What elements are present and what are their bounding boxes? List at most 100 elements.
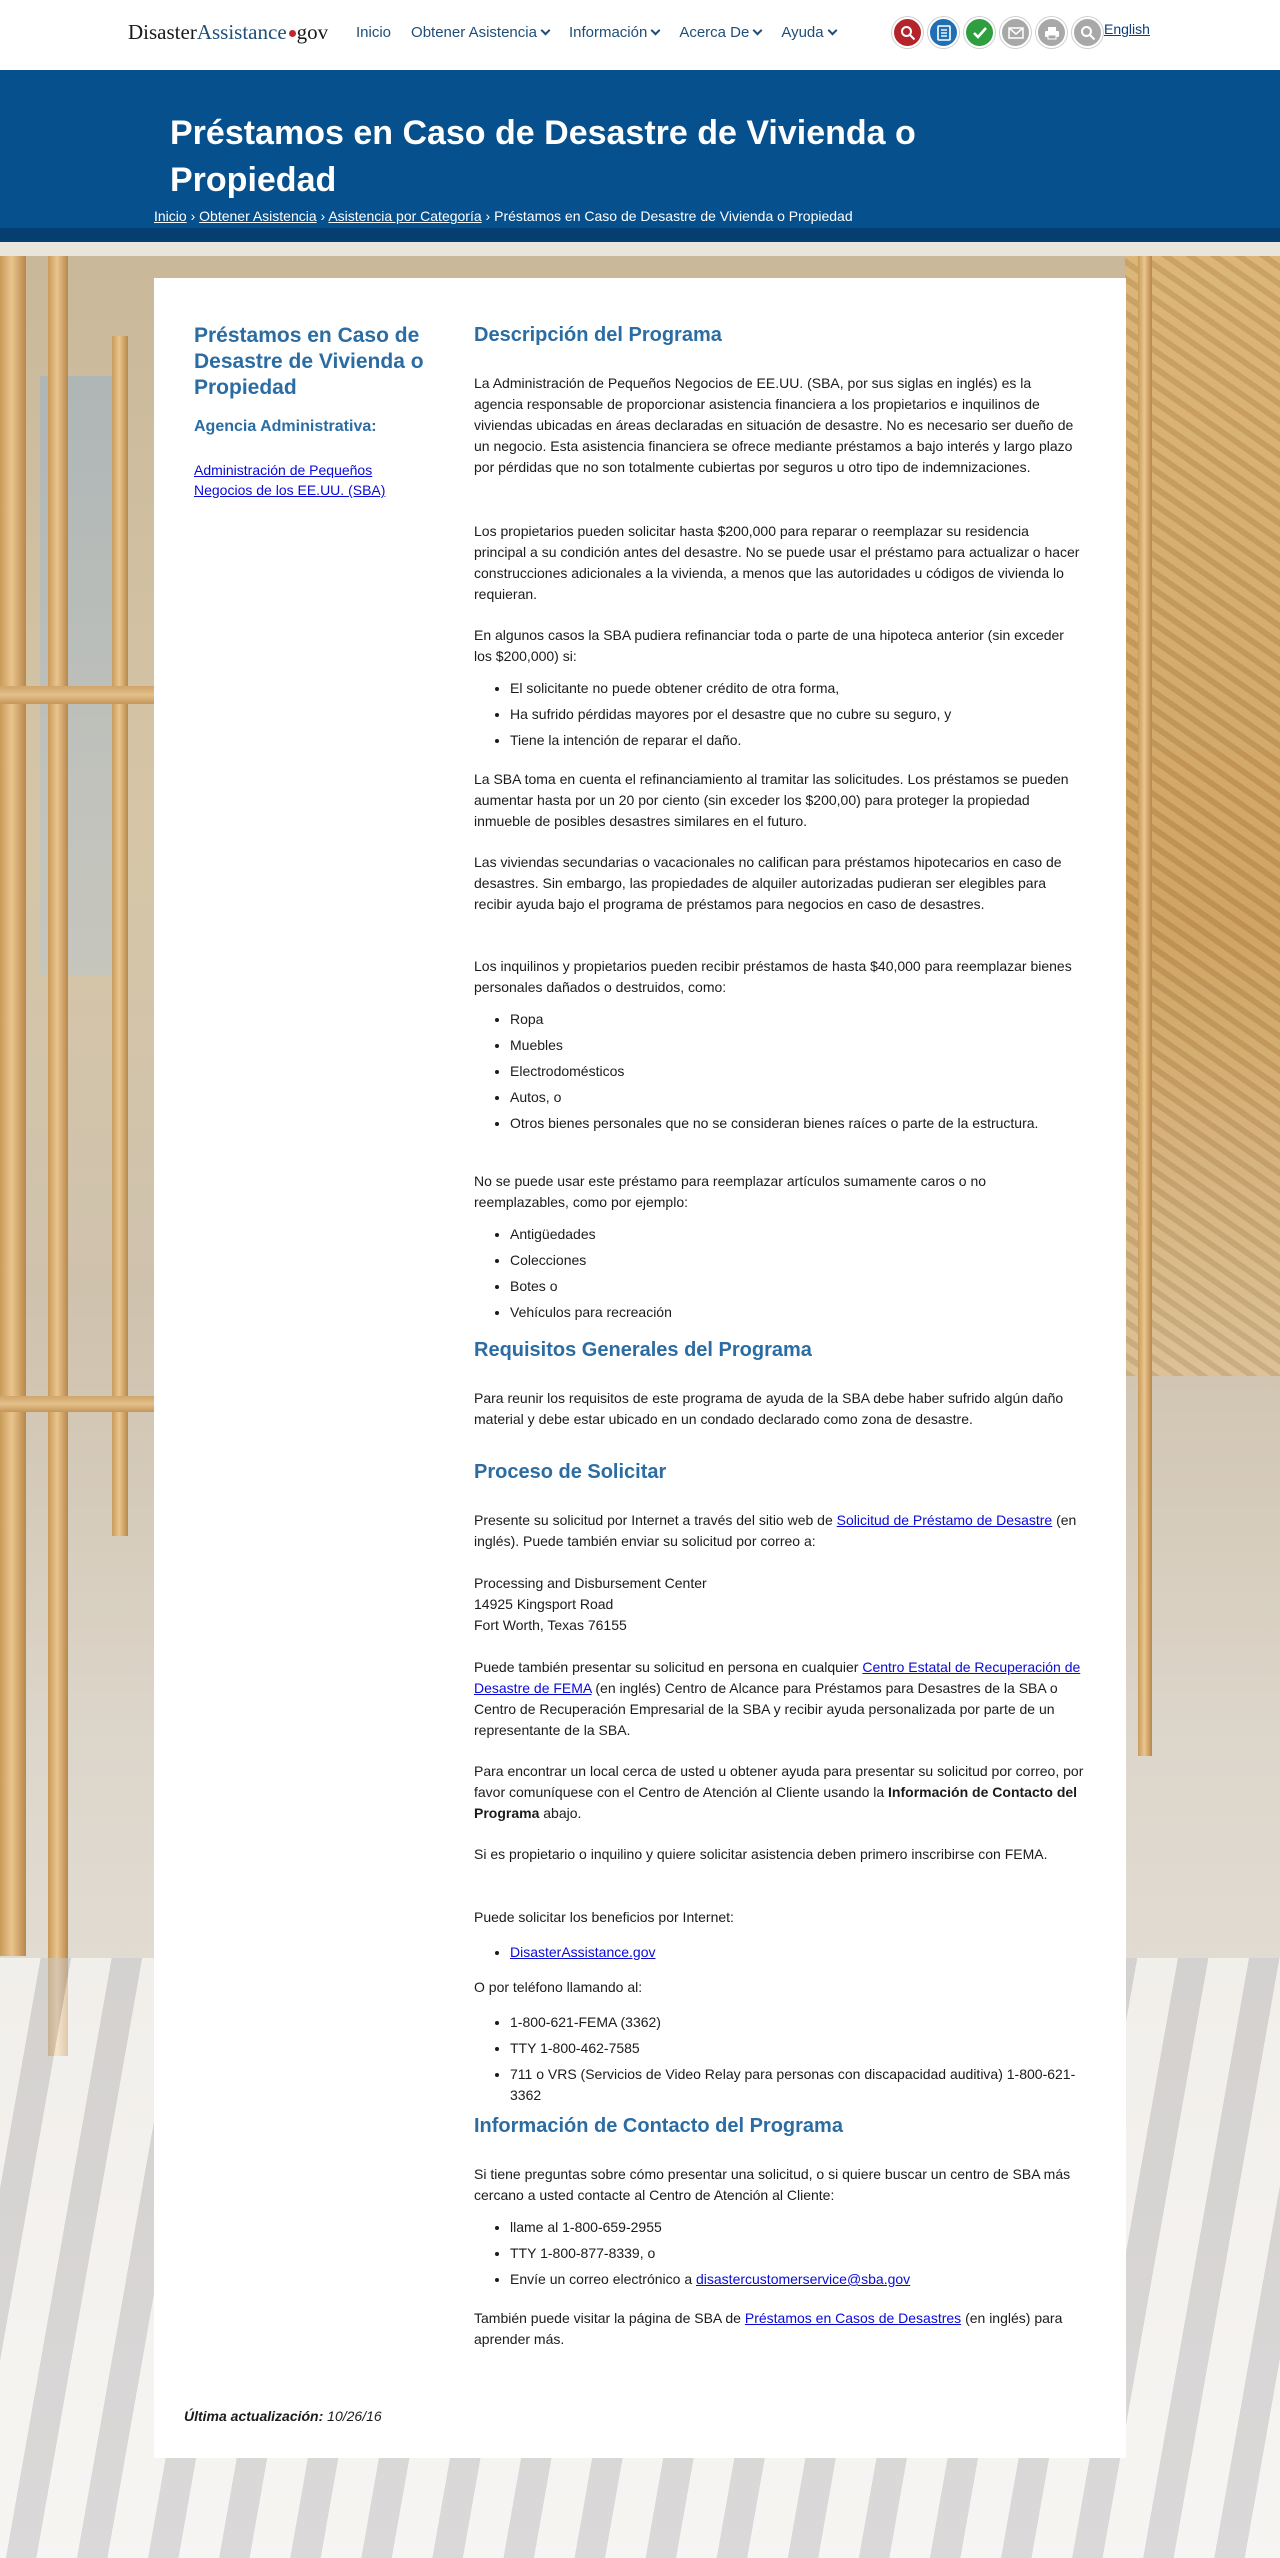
disasterassistance-gov-link[interactable]: DisasterAssistance.gov <box>510 1944 656 1960</box>
breadcrumb: Inicio › Obtener Asistencia › Asistencia… <box>154 208 853 224</box>
logo-text-assistance: Assistance <box>196 20 287 44</box>
paragraph-text: Puede también presentar su solicitud en … <box>474 1659 863 1675</box>
sba-disaster-loans-link[interactable]: Préstamos en Casos de Desastres <box>745 2310 961 2326</box>
contact-list: llame al 1-800-659-2955 TTY 1-800-877-83… <box>474 2217 1084 2295</box>
paragraph: Los inquilinos y propietarios pueden rec… <box>474 958 1072 995</box>
list-item: Tiene la intención de reparar el daño. <box>510 730 1084 751</box>
photo-board <box>0 686 154 704</box>
nav-item-ayuda[interactable]: Ayuda <box>781 24 838 41</box>
list-item: Colecciones <box>510 1250 1084 1271</box>
content-card: Préstamos en Caso de Desastre de Viviend… <box>154 278 1126 2458</box>
sidebar-title: Préstamos en Caso de Desastre de Viviend… <box>194 324 424 399</box>
sba-email-link[interactable]: disastercustomerservice@sba.gov <box>696 2271 910 2287</box>
page-title: Préstamos en Caso de Desastre de Viviend… <box>170 114 916 199</box>
paragraph: Presente su solicitud por Internet a tra… <box>474 1510 1084 1552</box>
top-navigation-bar: DisasterAssistance gov Inicio Obtener Asi… <box>0 0 1280 70</box>
mailing-address: Processing and Disbursement Center 14925… <box>474 1573 1084 1636</box>
list-item: Otros bienes personales que no se consid… <box>510 1113 1084 1134</box>
list-item: Antigüedades <box>510 1224 1084 1245</box>
section-heading-description: Descripción del Programa <box>474 324 722 346</box>
section-heading-contact: Información de Contacto del Programa <box>474 2115 843 2137</box>
email-icon[interactable] <box>1000 17 1031 48</box>
search-icon[interactable] <box>1072 17 1103 48</box>
list-item: TTY 1-800-877-8339, o <box>510 2243 1084 2264</box>
chevron-down-icon <box>540 25 551 36</box>
paragraph: Los propietarios pueden solicitar hasta … <box>474 523 1080 602</box>
last-updated-date: 10/26/16 <box>327 2408 382 2424</box>
nav-item-label: Información <box>568 24 648 41</box>
breadcrumb-separator: › <box>190 208 196 224</box>
online-apply-list: DisasterAssistance.gov <box>474 1942 1084 1968</box>
list-item: TTY 1-800-462-7585 <box>510 2038 1084 2059</box>
list-item: DisasterAssistance.gov <box>510 1942 1084 1963</box>
list-item-text: Envíe un correo electrónico a <box>510 2271 696 2287</box>
nav-item-acerca-de[interactable]: Acerca De <box>679 24 763 41</box>
main-nav: Inicio Obtener Asistencia Información Ac… <box>356 24 838 41</box>
paragraph: O por teléfono llamando al: <box>474 1979 643 1995</box>
photo-stud <box>0 256 26 1956</box>
nav-item-obtener-asistencia[interactable]: Obtener Asistencia <box>411 24 551 41</box>
check-status-icon[interactable] <box>964 17 995 48</box>
logo-dot-icon <box>288 29 296 37</box>
photo-stud <box>48 256 68 2056</box>
site-logo[interactable]: DisasterAssistance gov <box>128 20 328 48</box>
paragraph: Si tiene preguntas sobre cómo presentar … <box>474 2166 1071 2203</box>
chevron-down-icon <box>752 25 763 36</box>
list-item: El solicitante no puede obtener crédito … <box>510 678 1084 699</box>
photo-stud <box>1138 256 1152 1756</box>
logo-text-gov: gov <box>296 20 329 44</box>
photo-board <box>0 1396 154 1412</box>
print-icon[interactable] <box>1036 17 1067 48</box>
list-item: llame al 1-800-659-2955 <box>510 2217 1084 2238</box>
breadcrumb-separator: › <box>485 208 491 224</box>
nav-item-label: Obtener Asistencia <box>411 24 537 41</box>
tool-icons <box>892 17 1103 48</box>
sidebar-agency-link[interactable]: Administración de Pequeños Negocios de l… <box>194 460 414 500</box>
section-heading-process: Proceso de Solicitar <box>474 1461 667 1483</box>
breadcrumb-home-link[interactable]: Inicio <box>154 208 187 224</box>
find-assistance-icon[interactable] <box>892 17 923 48</box>
loan-application-link[interactable]: Solicitud de Préstamo de Desastre <box>837 1512 1053 1528</box>
list-item: Autos, o <box>510 1087 1084 1108</box>
list-item: Electrodomésticos <box>510 1061 1084 1082</box>
paragraph: Puede solicitar los beneficios por Inter… <box>474 1909 734 1925</box>
nav-item-informacion[interactable]: Información <box>568 24 661 41</box>
chevron-down-icon <box>827 25 838 36</box>
refinance-conditions-list: El solicitante no puede obtener crédito … <box>474 678 1084 756</box>
section-heading-requirements: Requisitos Generales del Programa <box>474 1339 812 1361</box>
list-item: Ha sufrido pérdidas mayores por el desas… <box>510 704 1084 725</box>
last-updated-label: Última actualización: <box>184 2408 324 2424</box>
paragraph-text: También puede visitar la página de SBA d… <box>474 2310 745 2326</box>
paragraph: Para encontrar un local cerca de usted u… <box>474 1761 1084 1824</box>
breadcrumb-current: Préstamos en Caso de Desastre de Viviend… <box>494 208 853 224</box>
language-toggle-link[interactable]: English <box>1104 21 1150 37</box>
paragraph: Las viviendas secundarias o vacacionales… <box>474 854 1062 912</box>
list-item: Vehículos para recreación <box>510 1302 1084 1323</box>
page-header-banner: Préstamos en Caso de Desastre de Viviend… <box>0 70 1280 242</box>
paragraph: En algunos casos la SBA pudiera refinanc… <box>474 627 1064 664</box>
personal-property-list: Ropa Muebles Electrodomésticos Autos, o … <box>474 1009 1084 1139</box>
nav-item-label: Ayuda <box>781 24 824 41</box>
chevron-down-icon <box>650 25 661 36</box>
address-line: 14925 Kingsport Road <box>474 1596 614 1612</box>
paragraph: No se puede usar este préstamo para reem… <box>474 1173 987 1210</box>
list-item: Botes o <box>510 1276 1084 1297</box>
logo-text-disaster: Disaster <box>128 20 197 44</box>
paragraph: La Administración de Pequeños Negocios d… <box>474 375 1074 475</box>
address-line: Fort Worth, Texas 76155 <box>474 1617 627 1633</box>
paragraph: Si es propietario o inquilino y quiere s… <box>474 1846 1048 1862</box>
photo-stud <box>112 336 128 1536</box>
breadcrumb-get-assistance-link[interactable]: Obtener Asistencia <box>199 208 317 224</box>
list-item: Envíe un correo electrónico a disastercu… <box>510 2269 1084 2290</box>
paragraph: También puede visitar la página de SBA d… <box>474 2308 1084 2350</box>
nav-item-inicio[interactable]: Inicio <box>356 24 391 41</box>
list-item: 1-800-621-FEMA (3362) <box>510 2012 1084 2033</box>
nav-item-label: Acerca De <box>679 24 750 41</box>
apply-online-icon[interactable] <box>928 17 959 48</box>
paragraph-text: abajo. <box>539 1805 582 1821</box>
last-updated: Última actualización: 10/26/16 <box>184 2408 382 2424</box>
excluded-items-list: Antigüedades Colecciones Botes o Vehícul… <box>474 1224 1084 1328</box>
list-item: Ropa <box>510 1009 1084 1030</box>
breadcrumb-by-category-link[interactable]: Asistencia por Categoría <box>328 208 481 224</box>
sidebar-agency-heading: Agencia Administrativa: <box>194 418 377 435</box>
